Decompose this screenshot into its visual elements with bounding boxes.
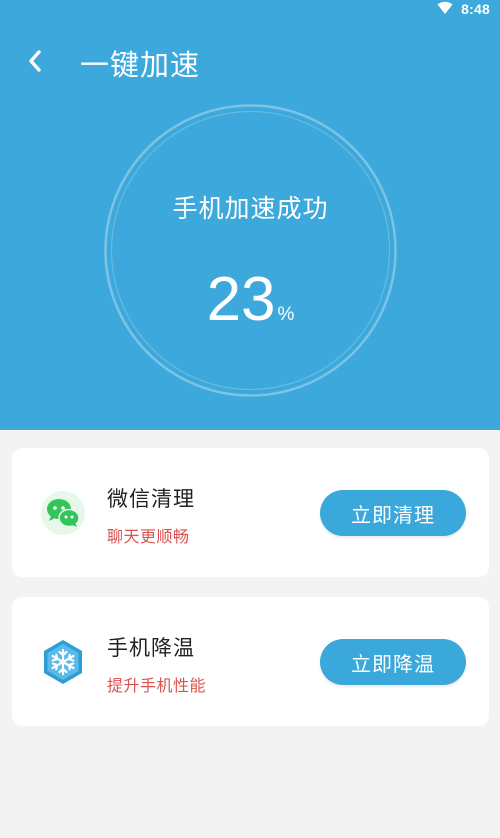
card-subtitle: 聊天更顺畅	[107, 527, 190, 546]
cool-now-button[interactable]: 立即降温	[320, 639, 466, 685]
card-title: 微信清理	[107, 487, 195, 511]
wechat-icon	[40, 490, 86, 536]
wifi-icon	[437, 0, 453, 19]
header: 8:48 一键加速 手机加速成功 23%	[0, 0, 500, 430]
percent-unit: %	[277, 304, 295, 325]
snowflake-icon	[40, 639, 86, 685]
cool-down-card: 手机降温 提升手机性能 立即降温	[12, 597, 489, 726]
speed-result-ring: 手机加速成功 23%	[103, 103, 398, 398]
wechat-clean-card: 微信清理 聊天更顺畅 立即清理	[12, 448, 489, 577]
percent-value: 23	[206, 265, 276, 334]
result-status-text: 手机加速成功	[172, 194, 329, 223]
clean-now-button[interactable]: 立即清理	[320, 490, 466, 536]
status-time: 8:48	[461, 1, 490, 17]
page-title: 一键加速	[80, 48, 201, 82]
ring-graphic	[104, 104, 397, 397]
result-percent: 23%	[103, 269, 398, 331]
back-button[interactable]	[18, 46, 52, 80]
card-title: 手机降温	[107, 636, 195, 660]
status-bar: 8:48	[437, 0, 500, 18]
card-subtitle: 提升手机性能	[107, 676, 207, 695]
top-bar: 一键加速	[0, 40, 500, 86]
chevron-left-icon	[26, 48, 44, 78]
